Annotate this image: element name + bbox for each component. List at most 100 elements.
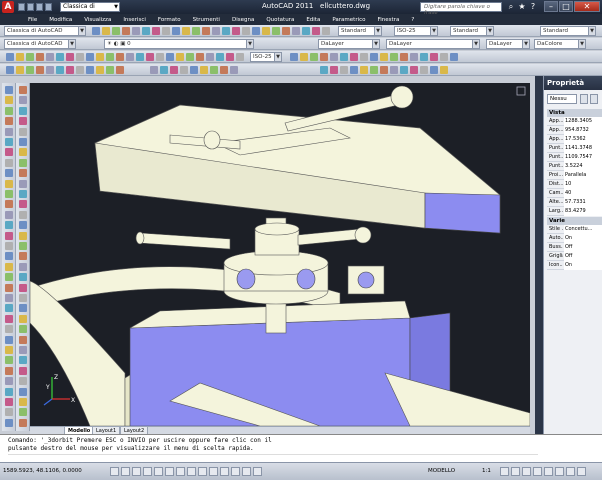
tool-button-icon[interactable]: [5, 169, 13, 178]
tool-button-icon[interactable]: [19, 158, 27, 167]
property-row[interactable]: Alte... 57.7331: [547, 198, 602, 207]
tool-button-icon[interactable]: [410, 53, 418, 61]
tool-button-icon[interactable]: [19, 335, 27, 344]
status-toggle-icon[interactable]: [231, 467, 240, 476]
menu-item[interactable]: Inserisci: [123, 17, 146, 23]
tool-button-icon[interactable]: [220, 66, 228, 74]
command-input[interactable]: [8, 454, 538, 461]
tool-button-icon[interactable]: [242, 27, 250, 35]
tool-button-icon[interactable]: [19, 356, 27, 365]
menu-item[interactable]: Parametrico: [332, 17, 365, 23]
property-row[interactable]: GrigliaOff: [547, 252, 602, 261]
tool-button-icon[interactable]: [410, 66, 418, 74]
dim-style-combo[interactable]: ISO-25 ▼: [394, 26, 438, 36]
tool-button-icon[interactable]: [200, 66, 208, 74]
tool-button-icon[interactable]: [152, 27, 160, 35]
tool-button-icon[interactable]: [210, 66, 218, 74]
tool-button-icon[interactable]: [19, 221, 27, 230]
tool-button-icon[interactable]: [440, 53, 448, 61]
tool-button-icon[interactable]: [390, 66, 398, 74]
tool-button-icon[interactable]: [160, 66, 168, 74]
mleader-style-combo[interactable]: Standard ▼: [540, 26, 596, 36]
tool-button-icon[interactable]: [430, 66, 438, 74]
tool-button-icon[interactable]: [236, 53, 244, 61]
menu-item[interactable]: Visualizza: [84, 17, 111, 23]
tool-button-icon[interactable]: [19, 242, 27, 250]
tool-button-icon[interactable]: [19, 210, 27, 219]
tool-button-icon[interactable]: [390, 53, 398, 61]
tool-button-icon[interactable]: [46, 53, 54, 61]
tool-button-icon[interactable]: [19, 294, 27, 302]
property-value[interactable]: On: [564, 261, 602, 270]
tool-button-icon[interactable]: [420, 53, 428, 61]
model-space-toggle[interactable]: MODELLO: [428, 468, 455, 474]
linetype-combo[interactable]: DaLayer ▼: [386, 39, 480, 49]
select-objects-icon[interactable]: [590, 94, 598, 104]
tool-button-icon[interactable]: [440, 66, 448, 74]
section-vista-header[interactable]: Vista: [547, 109, 602, 117]
status-tool-icon[interactable]: [577, 467, 586, 476]
autocad-logo-icon[interactable]: A: [2, 1, 14, 13]
tool-button-icon[interactable]: [5, 335, 13, 344]
status-toggle-icon[interactable]: [121, 467, 130, 476]
property-value[interactable]: 17.5362: [564, 135, 602, 144]
tool-button-icon[interactable]: [56, 66, 64, 74]
tool-button-icon[interactable]: [5, 210, 13, 219]
status-toggle-icon[interactable]: [242, 467, 251, 476]
tool-button-icon[interactable]: [5, 418, 13, 427]
tool-button-icon[interactable]: [232, 27, 240, 35]
tool-button-icon[interactable]: [66, 66, 74, 74]
tool-button-icon[interactable]: [290, 53, 298, 61]
tool-button-icon[interactable]: [282, 27, 290, 35]
minimize-button[interactable]: –: [544, 1, 558, 12]
tool-button-icon[interactable]: [212, 27, 220, 35]
tool-button-icon[interactable]: [5, 346, 13, 354]
tool-button-icon[interactable]: [16, 66, 24, 74]
tool-button-icon[interactable]: [302, 27, 310, 35]
tool-button-icon[interactable]: [19, 314, 27, 323]
status-toggle-icon[interactable]: [198, 467, 207, 476]
tool-button-icon[interactable]: [172, 27, 180, 35]
tool-button-icon[interactable]: [19, 273, 27, 282]
tool-button-icon[interactable]: [186, 53, 194, 61]
tool-button-icon[interactable]: [322, 27, 330, 35]
tool-button-icon[interactable]: [150, 66, 158, 74]
tool-button-icon[interactable]: [5, 252, 13, 261]
menu-item[interactable]: Quotatura: [266, 17, 294, 23]
tool-button-icon[interactable]: [222, 27, 230, 35]
status-toggle-icon[interactable]: [209, 467, 218, 476]
menu-item[interactable]: Strumenti: [193, 17, 220, 23]
tool-button-icon[interactable]: [5, 138, 13, 146]
tool-button-icon[interactable]: [76, 66, 84, 74]
status-toggle-icon[interactable]: [132, 467, 141, 476]
tool-button-icon[interactable]: [146, 53, 154, 61]
color-control-combo[interactable]: DaLayer ▼: [318, 39, 380, 49]
tool-button-icon[interactable]: [5, 304, 13, 313]
tool-button-icon[interactable]: [5, 325, 13, 334]
menu-item[interactable]: Formato: [158, 17, 181, 23]
tool-button-icon[interactable]: [5, 242, 13, 250]
tool-button-icon[interactable]: [19, 252, 27, 261]
tool-button-icon[interactable]: [36, 66, 44, 74]
tool-button-icon[interactable]: [46, 66, 54, 74]
property-value[interactable]: 1141.3748: [564, 144, 602, 153]
tool-button-icon[interactable]: [19, 106, 27, 115]
section-varie-header[interactable]: Varie: [547, 217, 602, 225]
tool-button-icon[interactable]: [370, 66, 378, 74]
tool-button-icon[interactable]: [19, 127, 27, 136]
close-button[interactable]: ✕: [574, 1, 600, 12]
status-toggle-icon[interactable]: [154, 467, 163, 476]
lineweight-combo[interactable]: DaLayer ▼: [486, 39, 530, 49]
tool-button-icon[interactable]: [166, 53, 174, 61]
plot-style-combo[interactable]: DaColore ▼: [534, 39, 586, 49]
status-tool-icon[interactable]: [544, 467, 553, 476]
tool-button-icon[interactable]: [226, 53, 234, 61]
menu-item[interactable]: ?: [411, 17, 414, 23]
tool-button-icon[interactable]: [5, 366, 13, 375]
selection-select[interactable]: Nessu: [547, 94, 577, 104]
tool-button-icon[interactable]: [312, 27, 320, 35]
tool-button-icon[interactable]: [66, 53, 74, 61]
save-file-icon[interactable]: [36, 3, 43, 11]
status-toggle-icon[interactable]: [220, 467, 229, 476]
tool-button-icon[interactable]: [19, 398, 27, 406]
